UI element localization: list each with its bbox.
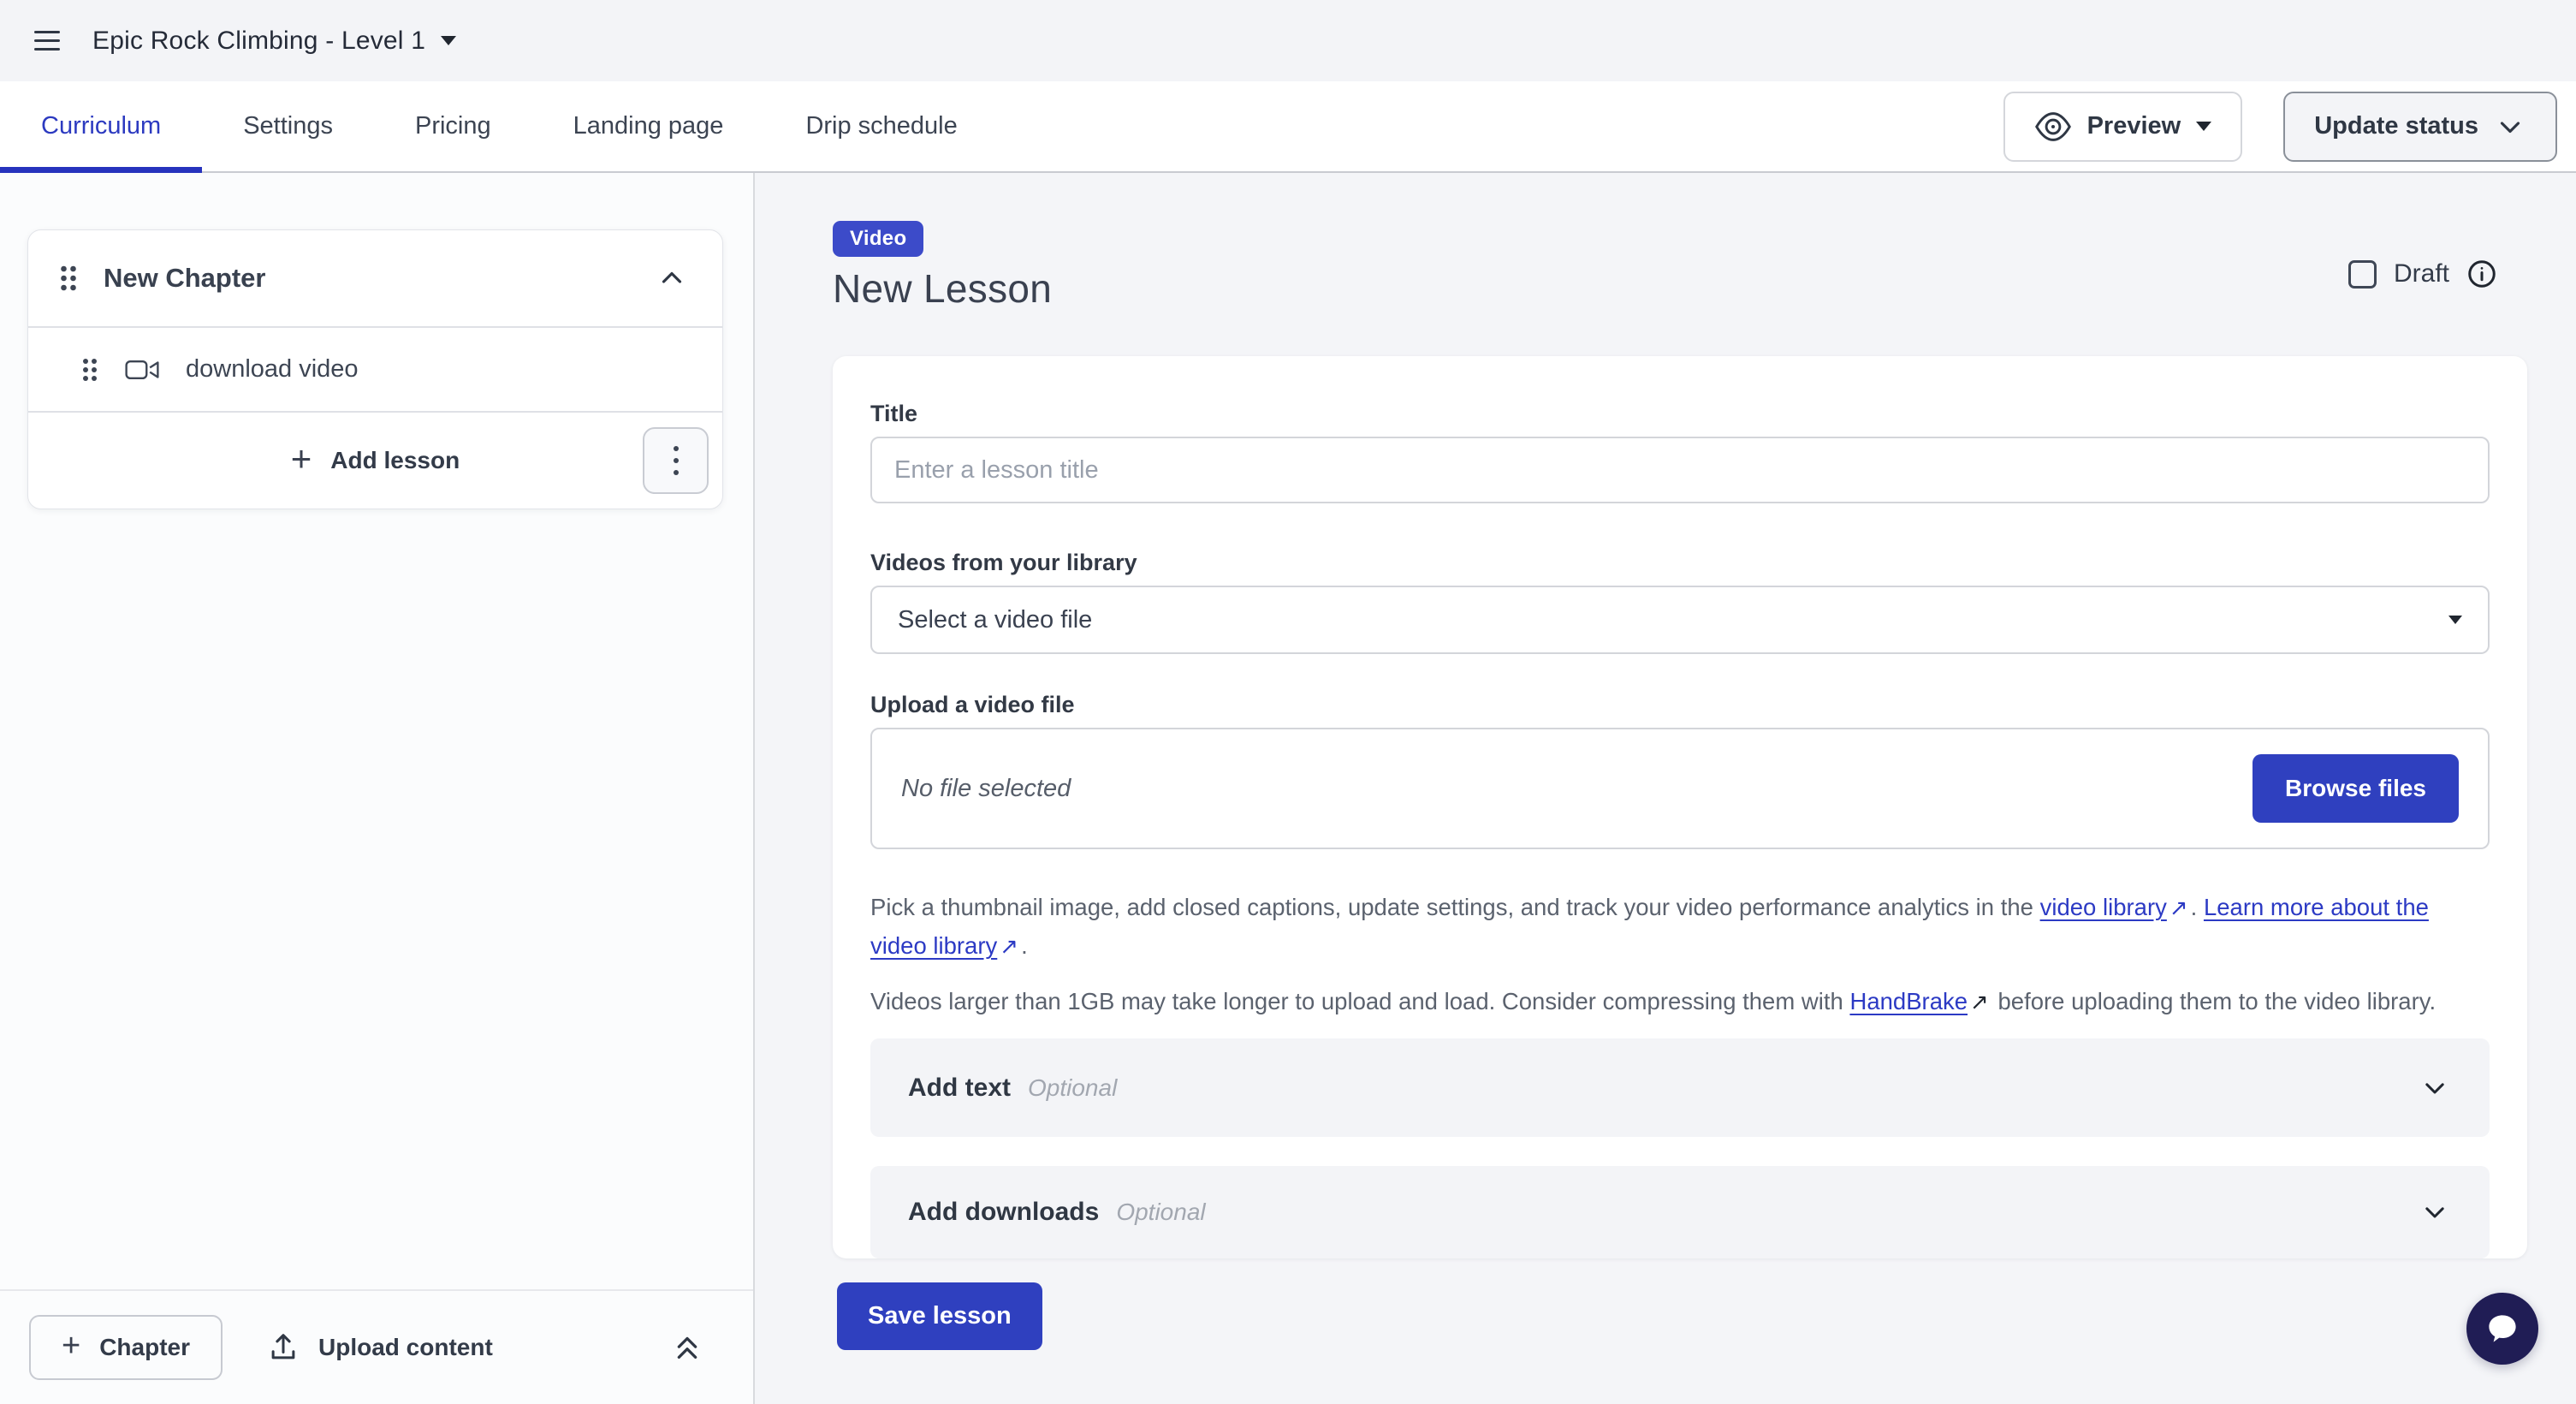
- video-camera-icon: [124, 356, 160, 384]
- handbrake-link[interactable]: HandBrake: [1849, 988, 1968, 1014]
- help-text: .: [1021, 932, 1028, 959]
- tab-label: Curriculum: [41, 112, 161, 140]
- drag-handle-icon[interactable]: [59, 264, 78, 293]
- lesson-form-card: Title Videos from your library Select a …: [833, 356, 2527, 1258]
- chevron-down-icon: [2418, 1195, 2452, 1229]
- app-window: Epic Rock Climbing - Level 1 Curriculum …: [0, 0, 2576, 1404]
- plus-icon: +: [62, 1330, 80, 1362]
- add-lesson-row: + Add lesson: [28, 413, 722, 509]
- update-status-button[interactable]: Update status: [2283, 92, 2557, 162]
- help-text: .: [2191, 894, 2204, 920]
- chat-bubble-icon: [2481, 1307, 2524, 1350]
- optional-label: Optional: [1116, 1199, 1205, 1226]
- file-upload-box: No file selected Browse files: [870, 728, 2490, 849]
- add-text-accordion[interactable]: Add text Optional: [870, 1038, 2490, 1137]
- add-downloads-label: Add downloads: [908, 1198, 1099, 1227]
- page-title: New Lesson: [833, 265, 1052, 312]
- chapter-header[interactable]: New Chapter: [28, 230, 722, 326]
- kebab-menu-icon: [674, 446, 679, 475]
- upload-icon: [267, 1331, 300, 1364]
- add-chapter-label: Chapter: [99, 1334, 190, 1361]
- chapter-options-button[interactable]: [643, 427, 709, 494]
- tab-curriculum[interactable]: Curriculum: [0, 81, 202, 171]
- chapter-card: New Chapter: [27, 229, 723, 509]
- library-label: Videos from your library: [870, 548, 2490, 577]
- add-downloads-accordion[interactable]: Add downloads Optional: [870, 1166, 2490, 1258]
- add-chapter-button[interactable]: + Chapter: [29, 1315, 223, 1380]
- file-size-help-text: Videos larger than 1GB may take longer t…: [870, 983, 2490, 1021]
- preview-button[interactable]: Preview: [2003, 92, 2243, 162]
- draft-checkbox[interactable]: [2348, 260, 2377, 289]
- help-text: Videos larger than 1GB may take longer t…: [870, 988, 1849, 1014]
- save-lesson-button[interactable]: Save lesson: [837, 1282, 1042, 1350]
- title-field-group: Title: [870, 399, 2490, 503]
- library-field-group: Videos from your library Select a video …: [870, 548, 2490, 654]
- lesson-header: Video New Lesson Draft: [833, 221, 2527, 312]
- tab-bar: Curriculum Settings Pricing Landing page…: [0, 81, 2576, 173]
- help-text: Pick a thumbnail image, add closed capti…: [870, 894, 2040, 920]
- draft-toggle-group: Draft: [2348, 259, 2497, 289]
- title-label: Title: [870, 399, 2490, 428]
- draft-label: Draft: [2394, 259, 2449, 289]
- course-switcher[interactable]: Epic Rock Climbing - Level 1: [92, 27, 456, 56]
- tab-label: Landing page: [573, 112, 724, 140]
- page-body: New Chapter: [0, 173, 2576, 1404]
- tab-settings[interactable]: Settings: [202, 81, 374, 171]
- tab-pricing[interactable]: Pricing: [374, 81, 532, 171]
- collapse-all-icon[interactable]: [669, 1330, 705, 1365]
- tab-label: Pricing: [415, 112, 491, 140]
- add-lesson-button[interactable]: + Add lesson: [291, 444, 460, 477]
- selected-option: Select a video file: [898, 606, 1092, 634]
- optional-label: Optional: [1028, 1074, 1117, 1102]
- tab-landing-page[interactable]: Landing page: [532, 81, 765, 171]
- chapter-title: New Chapter: [104, 263, 265, 294]
- lesson-type-badge: Video: [833, 221, 923, 257]
- upload-content-button[interactable]: Upload content: [267, 1331, 493, 1364]
- lesson-title: download video: [186, 355, 359, 384]
- chat-widget-button[interactable]: [2466, 1293, 2538, 1365]
- external-link-icon: ↗: [1968, 990, 1991, 1015]
- add-lesson-label: Add lesson: [330, 447, 460, 474]
- chevron-down-icon: [2418, 1071, 2452, 1105]
- tabbar-actions: Preview Update status: [2003, 81, 2564, 171]
- tab-label: Settings: [243, 112, 333, 140]
- drag-handle-icon[interactable]: [81, 356, 98, 384]
- caret-down-icon: [441, 36, 456, 45]
- hamburger-menu-icon[interactable]: [34, 31, 60, 51]
- tab-drip-schedule[interactable]: Drip schedule: [764, 81, 998, 171]
- tab-label: Drip schedule: [805, 112, 957, 140]
- info-icon[interactable]: [2466, 259, 2497, 289]
- upload-content-label: Upload content: [318, 1334, 493, 1361]
- lesson-item[interactable]: download video: [28, 328, 722, 411]
- upload-field-group: Upload a video file No file selected Bro…: [870, 690, 2490, 849]
- chevron-down-icon: [2494, 110, 2526, 143]
- video-library-link[interactable]: video library: [2040, 894, 2167, 920]
- sidebar-footer: + Chapter Upload content: [0, 1289, 753, 1404]
- curriculum-sidebar: New Chapter: [0, 173, 755, 1404]
- chevron-up-icon[interactable]: [656, 262, 688, 294]
- browse-files-button[interactable]: Browse files: [2253, 754, 2459, 823]
- external-link-icon: ↗: [997, 934, 1021, 960]
- update-status-label: Update status: [2314, 112, 2478, 140]
- add-text-label: Add text: [908, 1074, 1011, 1103]
- video-library-help-text: Pick a thumbnail image, add closed capti…: [870, 889, 2490, 966]
- caret-down-icon: [2196, 122, 2211, 131]
- lesson-editor: Video New Lesson Draft: [755, 173, 2576, 1404]
- lesson-title-input[interactable]: [870, 437, 2490, 503]
- no-file-text: No file selected: [901, 775, 1071, 803]
- help-text: before uploading them to the video libra…: [1991, 988, 2436, 1014]
- course-title: Epic Rock Climbing - Level 1: [92, 27, 425, 56]
- plus-icon: +: [291, 441, 312, 477]
- external-link-icon: ↗: [2167, 895, 2191, 921]
- preview-label: Preview: [2087, 112, 2181, 140]
- caret-down-icon: [2448, 616, 2462, 624]
- video-library-select[interactable]: Select a video file: [870, 586, 2490, 654]
- top-bar: Epic Rock Climbing - Level 1: [0, 0, 2576, 81]
- upload-label: Upload a video file: [870, 690, 2490, 719]
- eye-icon: [2034, 108, 2072, 146]
